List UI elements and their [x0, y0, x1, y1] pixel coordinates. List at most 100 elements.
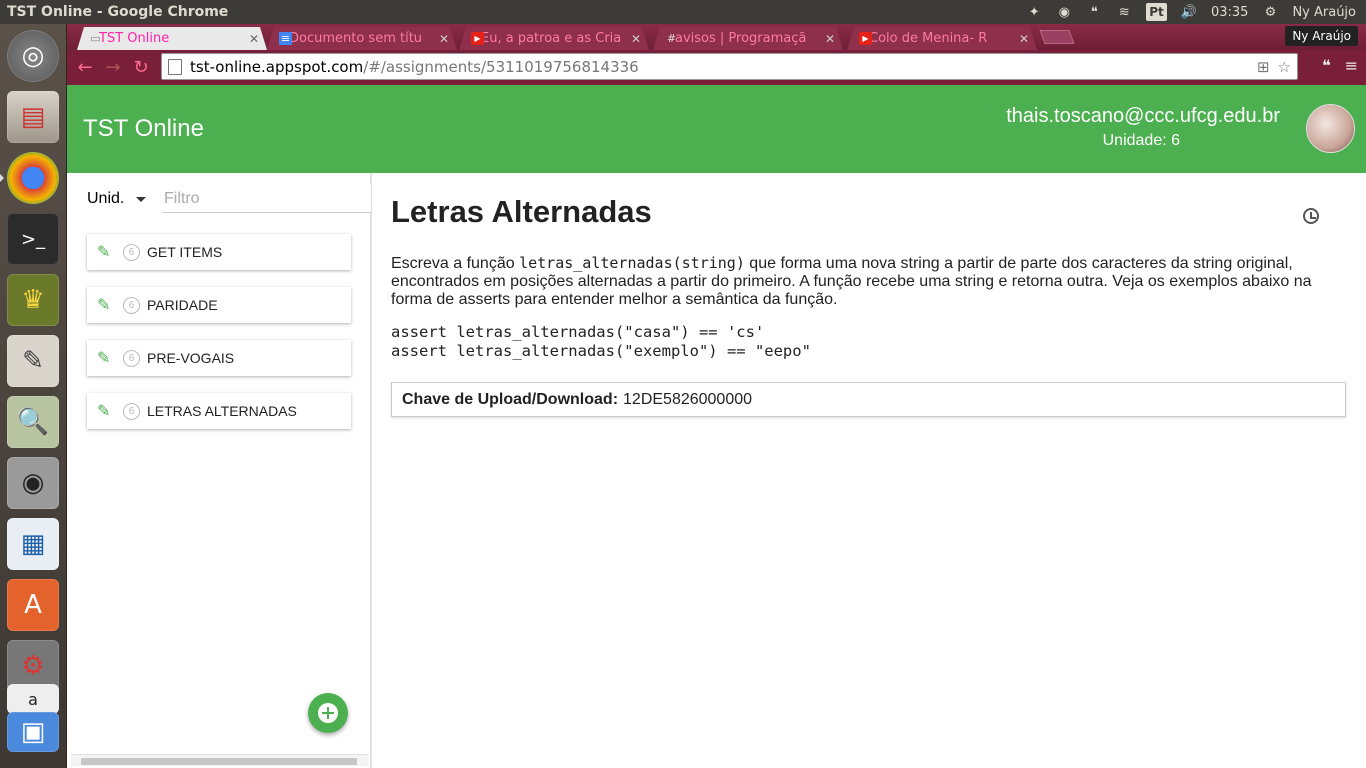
pencil-icon[interactable]: ✎	[97, 242, 115, 262]
url-path: /#/assignments/5311019756814336	[363, 57, 639, 76]
assignment-name: PARIDADE	[147, 297, 218, 313]
running-indicator	[0, 174, 4, 182]
session-user[interactable]: Ny Araújo	[1292, 3, 1356, 21]
files-icon[interactable]: ▤	[7, 91, 59, 143]
hangouts-extension-icon[interactable]: ❝	[1322, 56, 1331, 75]
tab-close-icon[interactable]: ✕	[825, 32, 835, 46]
app-title[interactable]: TST Online	[83, 115, 204, 143]
add-assignment-button[interactable]	[308, 693, 348, 733]
unit-badge: 6	[123, 243, 140, 261]
clock[interactable]: 03:35	[1211, 3, 1248, 21]
tab-title: avisos | Programaçã	[675, 31, 807, 46]
assignment-name: GET ITEMS	[147, 244, 223, 260]
dropbox-icon[interactable]: ✦	[1026, 3, 1042, 21]
horizontal-scrollbar[interactable]	[71, 754, 369, 766]
browser-tab[interactable]: # avisos | Programaçã ✕	[653, 27, 843, 50]
hangouts-icon[interactable]: ❝	[1086, 3, 1102, 21]
image-viewer-icon[interactable]: 🔍	[7, 396, 59, 448]
unit-badge: 6	[123, 349, 140, 367]
libreoffice-impress-icon[interactable]: ▦	[7, 518, 59, 570]
tab-close-icon[interactable]: ✕	[249, 32, 259, 46]
assignment-sidebar: Unid. ✎ 6 GET ITEMS ✎ 6 PARIDADE ✎ 6 PRE…	[67, 173, 372, 768]
dash-home-icon[interactable]: ◎	[7, 30, 59, 82]
teapot-icon[interactable]: ♛	[7, 274, 59, 326]
code-line: assert letras_alternadas("casa") == 'cs'	[391, 323, 765, 341]
browser-tab[interactable]: ≡ Documento sem títu ✕	[267, 27, 457, 50]
terminal-icon[interactable]: >_	[7, 213, 59, 265]
avatar[interactable]	[1306, 104, 1355, 153]
youtube-icon: ▶	[859, 32, 872, 45]
tab-title: Documento sem títu	[289, 31, 423, 46]
key-value: 12DE5826000000	[623, 390, 753, 408]
chrome-menu-icon[interactable]: ≡	[1345, 56, 1358, 75]
unit-badge: 6	[123, 296, 140, 314]
tab-close-icon[interactable]: ✕	[439, 32, 449, 46]
speaker-app-icon[interactable]: ◉	[7, 457, 59, 509]
unit-select-label: Unid.	[87, 190, 125, 207]
unit-badge: 6	[123, 402, 140, 420]
chevron-down-icon	[136, 196, 146, 202]
browser-tab[interactable]: ▶ Colo de Menina- R ✕	[847, 27, 1037, 50]
assignment-name: LETRAS ALTERNADAS	[147, 403, 297, 419]
assignment-name: PRE-VOGAIS	[147, 350, 235, 366]
filter-row: Unid.	[83, 185, 371, 213]
description-text: Escreva a função	[391, 255, 520, 272]
plus-icon	[318, 703, 338, 723]
browser-tab[interactable]: ▶ Eu, a patroa e as Cria ✕	[459, 27, 649, 50]
tab-strip: ▭ TST Online ✕ ≡ Documento sem títu ✕ ▶ …	[67, 24, 1366, 50]
url-host: tst-online.appspot.com	[190, 57, 364, 76]
assignment-item[interactable]: ✎ 6 GET ITEMS	[87, 234, 351, 270]
browser-toolbar: ← → ↻ tst-online.appspot.com/#/assignmen…	[67, 50, 1366, 85]
assignment-item[interactable]: ✎ 6 LETRAS ALTERNADAS	[87, 393, 351, 429]
docs-icon: ≡	[280, 32, 291, 45]
window-title: TST Online - Google Chrome	[7, 4, 229, 20]
tab-title: Eu, a patroa e as Cria	[481, 31, 622, 46]
chrome-indicator-icon[interactable]: ◉	[1056, 3, 1072, 21]
function-signature: letras_alternadas(string)	[519, 254, 745, 272]
keyboard-layout[interactable]: Pt	[1146, 3, 1167, 21]
system-indicators: ✦ ◉ ❝ ≋ Pt 🔊 03:35 ⚙ Ny Araújo	[1026, 3, 1366, 21]
key-label: Chave de Upload/Download:	[402, 390, 619, 408]
slack-icon: #	[666, 32, 677, 45]
bookmark-star-icon[interactable]: ☆	[1278, 58, 1291, 76]
upload-key-box: Chave de Upload/Download: 12DE5826000000	[391, 382, 1346, 417]
unity-launcher: ◎ ▤ >_ ♛ ✎ 🔍 ◉ ▦ A ⚙ a ▣	[0, 24, 67, 768]
wifi-icon[interactable]: ≋	[1116, 3, 1132, 21]
software-center-icon[interactable]: A	[7, 579, 59, 631]
forward-arrow-icon[interactable]: →	[99, 54, 127, 82]
filter-input[interactable]	[162, 185, 371, 213]
reload-icon[interactable]: ↻	[127, 54, 155, 82]
app-header: TST Online thais.toscano@ccc.ufcg.edu.br…	[67, 85, 1366, 173]
volume-icon[interactable]: 🔊	[1181, 3, 1197, 21]
browser-frame: ▭ TST Online ✕ ≡ Documento sem títu ✕ ▶ …	[67, 24, 1366, 85]
amazon-icon[interactable]: a	[7, 684, 59, 714]
tab-title: Colo de Menina- R	[869, 31, 988, 46]
chrome-launcher-icon[interactable]	[7, 152, 59, 204]
user-unit: Unidade: 6	[1102, 132, 1180, 149]
settings-gear-icon[interactable]: ⚙	[1262, 3, 1278, 21]
pencil-icon[interactable]: ✎	[97, 401, 115, 421]
user-email: thais.toscano@ccc.ufcg.edu.br	[1006, 105, 1280, 127]
tab-close-icon[interactable]: ✕	[1019, 32, 1029, 46]
assignment-description: Escreva a função letras_alternadas(strin…	[391, 254, 1341, 309]
address-bar[interactable]: tst-online.appspot.com/#/assignments/531…	[161, 53, 1298, 80]
assignment-item[interactable]: ✎ 6 PARIDADE	[87, 287, 351, 323]
unit-select[interactable]: Unid.	[83, 185, 150, 213]
code-line: assert letras_alternadas("exemplo") == "…	[391, 342, 811, 360]
scrollbar-thumb[interactable]	[81, 758, 357, 765]
pencil-icon[interactable]: ✎	[97, 295, 115, 315]
text-editor-icon[interactable]: ✎	[7, 335, 59, 387]
back-arrow-icon[interactable]: ←	[71, 54, 99, 82]
browser-tab[interactable]: ▭ TST Online ✕	[77, 27, 267, 50]
history-icon[interactable]	[1303, 208, 1319, 224]
tab-close-icon[interactable]: ✕	[631, 32, 641, 46]
translate-icon[interactable]: ⊞	[1257, 58, 1270, 76]
assignment-item[interactable]: ✎ 6 PRE-VOGAIS	[87, 340, 351, 376]
page-icon	[168, 58, 182, 75]
tab-title: TST Online	[99, 31, 170, 46]
profile-button[interactable]: Ny Araújo	[1285, 26, 1358, 46]
workspaces-icon[interactable]: ▣	[7, 712, 59, 752]
pencil-icon[interactable]: ✎	[97, 348, 115, 368]
new-tab-button[interactable]	[1039, 30, 1075, 44]
assignment-title: Letras Alternadas	[391, 194, 652, 229]
